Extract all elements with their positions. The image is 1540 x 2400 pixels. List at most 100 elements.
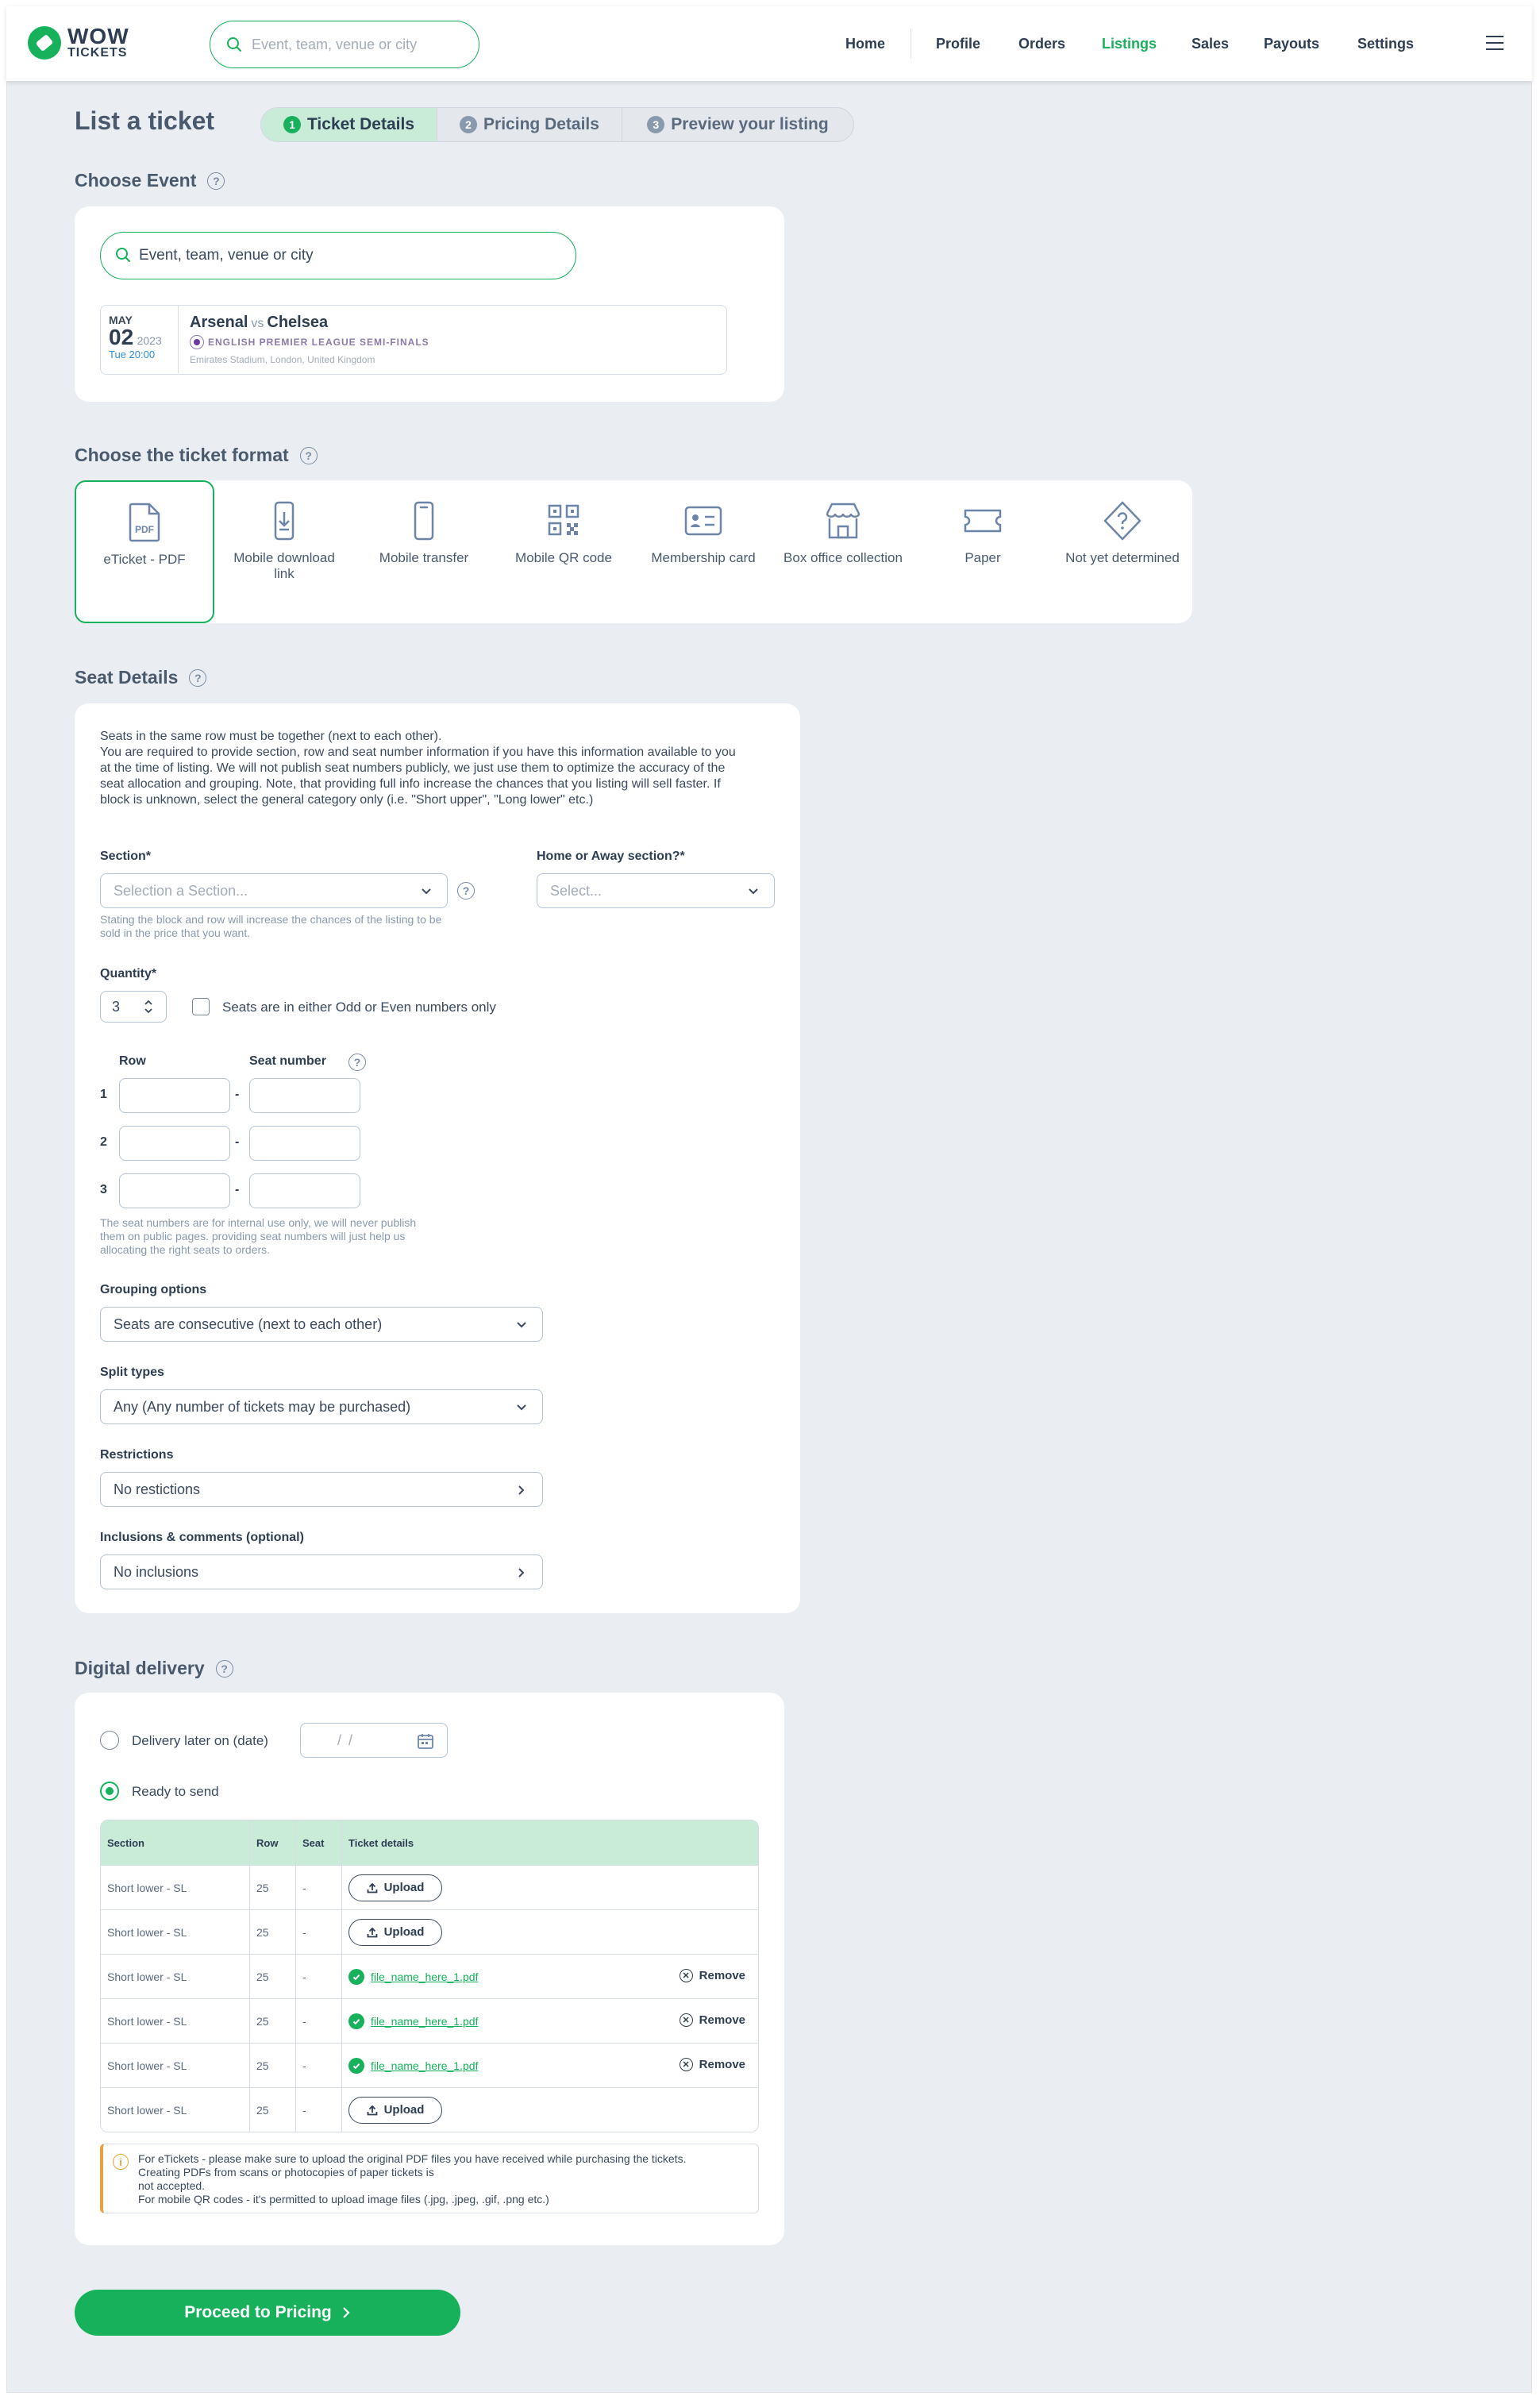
upload-icon [367,1882,377,1893]
cell-row: 25 [250,1910,296,1954]
help-icon[interactable]: ? [189,668,207,687]
nav-profile[interactable]: Profile [936,36,980,52]
uploaded-file-link[interactable]: file_name_here_1.pdf [371,1970,478,1983]
seat-number-input[interactable] [249,1078,360,1113]
remove-button[interactable]: ✕ Remove [679,2058,745,2071]
format-eticket-pdf[interactable]: PDF eTicket - PDF [75,480,214,623]
check-circle-icon [348,2013,364,2029]
question-diamond-icon [1103,501,1142,541]
format-mobile-qr-code[interactable]: Mobile QR code [494,480,633,623]
cell-ticket-details: Upload [342,1910,758,1954]
step-pricing-details[interactable]: 2 Pricing Details [437,108,622,141]
digital-delivery-card: Delivery later on (date) / / Ready to se… [75,1693,784,2245]
restrictions-select[interactable]: No restictions [100,1472,543,1507]
table-header: Section Row Seat Ticket details [101,1820,758,1865]
split-types-select[interactable]: Any (Any number of tickets may be purcha… [100,1389,543,1424]
upload-button[interactable]: Upload [348,1918,442,1946]
help-icon[interactable]: ? [207,171,225,190]
nav-home[interactable]: Home [845,36,885,52]
help-icon[interactable]: ? [348,1054,366,1071]
help-icon[interactable]: ? [299,446,318,464]
svg-text:PDF: PDF [135,524,154,535]
seat-number-input[interactable] [249,1126,360,1161]
seat-numbers-hint: The seat numbers are for internal use on… [100,1216,417,1256]
format-mobile-download-link[interactable]: Mobile download link [214,480,354,623]
cell-ticket-details: Upload [342,1866,758,1909]
page-title: List a ticket [75,106,215,135]
row-input[interactable] [119,1078,230,1113]
chevron-right-icon [342,2307,350,2318]
store-icon [826,503,860,539]
hamburger-menu-icon[interactable] [1486,36,1503,55]
event-title: Arsenal vs Chelsea [190,314,329,331]
restrictions-label: Restrictions [100,1448,174,1462]
pdf-file-icon: PDF [129,503,160,542]
format-membership-card[interactable]: Membership card [633,480,773,623]
section-select[interactable]: Selection a Section... [100,873,448,908]
header-search-placeholder: Event, team, venue or city [252,36,418,52]
check-circle-icon [348,1968,364,1985]
upload-button[interactable]: Upload [348,1874,442,1901]
range-dash: - [235,1135,240,1149]
header-search-input[interactable]: Event, team, venue or city [210,21,479,68]
nav-payouts[interactable]: Payouts [1264,36,1319,52]
nav-orders[interactable]: Orders [1018,36,1065,52]
cell-seat: - [296,1999,342,2043]
cell-seat: - [296,2088,342,2132]
split-types-label: Split types [100,1366,164,1379]
home-away-select[interactable]: Select... [537,873,775,908]
remove-button[interactable]: ✕ Remove [679,1969,745,1982]
cell-section: Short lower - SL [101,2088,250,2132]
nav-listings[interactable]: Listings [1102,36,1157,52]
event-search-input[interactable]: Event, team, venue or city [100,232,576,279]
cell-row: 25 [250,1999,296,2043]
ready-to-send-radio[interactable] [100,1782,119,1801]
format-paper[interactable]: Paper [913,480,1053,623]
selected-event[interactable]: MAY 02 2023 Tue 20:00 Arsenal vs Chelsea E… [100,305,727,375]
quantity-stepper[interactable]: 3 [100,991,167,1023]
odd-even-checkbox[interactable] [192,998,210,1015]
inclusions-select[interactable]: No inclusions [100,1554,543,1589]
seat-number-input[interactable] [249,1173,360,1208]
ready-to-send-label: Ready to send [132,1784,219,1799]
top-header: WOW TICKETS Event, team, venue or city H… [6,6,1532,81]
help-icon[interactable]: ? [457,882,475,900]
cell-seat: - [296,1955,342,1998]
mobile-download-icon [274,501,295,541]
mobile-phone-icon [414,501,434,541]
row-input[interactable] [119,1173,230,1208]
search-icon [115,247,131,268]
row-input[interactable] [119,1126,230,1161]
event-league: ENGLISH PREMIER LEAGUE SEMI-FINALS [190,335,429,349]
row-index: 2 [100,1135,107,1149]
delivery-date-input[interactable]: / / [300,1723,448,1758]
cell-row: 25 [250,1955,296,1998]
step-ticket-details[interactable]: 1 Ticket Details [261,108,437,141]
delivery-later-radio[interactable] [100,1731,119,1750]
digital-delivery-title: Digital delivery? [75,1658,233,1679]
help-icon[interactable]: ? [215,1659,233,1678]
logo[interactable]: WOW TICKETS [28,25,129,60]
qr-code-icon [548,504,579,536]
nav-settings[interactable]: Settings [1357,36,1414,52]
format-mobile-transfer[interactable]: Mobile transfer [354,480,494,623]
format-not-determined[interactable]: Not yet determined [1053,480,1192,623]
uploaded-file-link[interactable]: file_name_here_1.pdf [371,2059,478,2072]
remove-button[interactable]: ✕ Remove [679,2013,745,2027]
upload-button[interactable]: Upload [348,2096,442,2124]
section-hint: Stating the block and row will increase … [100,913,442,939]
cell-section: Short lower - SL [101,1999,250,2043]
logo-text-wow: WOW [67,24,129,48]
grouping-select[interactable]: Seats are consecutive (next to each othe… [100,1307,543,1342]
quantity-label: Quantity* [100,967,157,980]
uploaded-file-link[interactable]: file_name_here_1.pdf [371,2015,478,2028]
step-preview-listing[interactable]: 3 Preview your listing [622,108,853,141]
nav-sales[interactable]: Sales [1192,36,1229,52]
proceed-to-pricing-button[interactable]: Proceed to Pricing [75,2290,460,2336]
chevron-right-icon [518,1485,525,1495]
format-box-office-collection[interactable]: Box office collection [773,480,913,623]
upload-icon [367,1927,377,1937]
spinner-arrows-icon [144,1000,152,1014]
cell-ticket-details: file_name_here_1.pdf ✕ Remove [342,1999,758,2043]
info-warning-icon: i [113,2154,129,2170]
